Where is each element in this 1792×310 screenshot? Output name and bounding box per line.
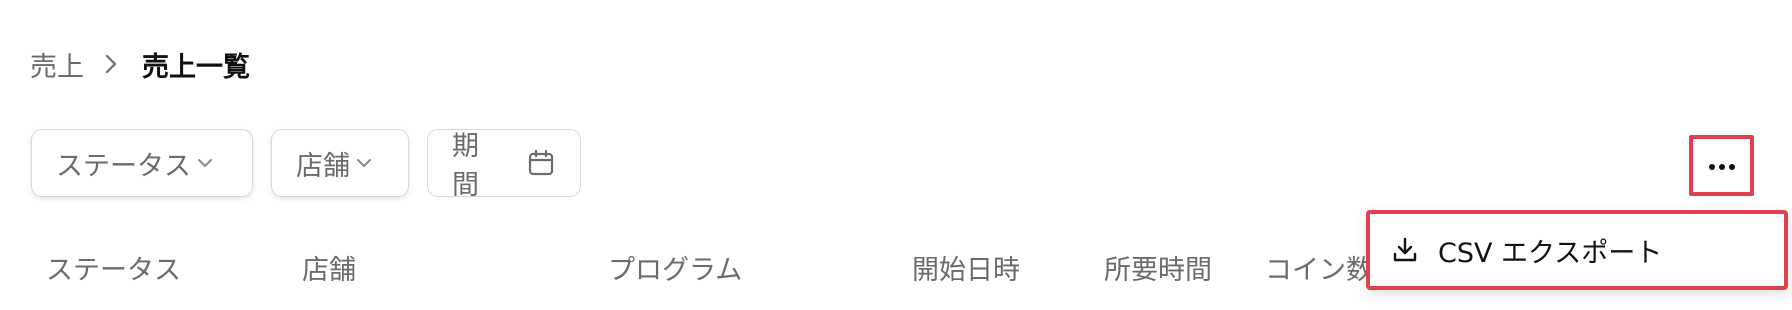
period-filter-button[interactable]: 期間	[427, 129, 581, 201]
status-filter-label: ステータス	[56, 150, 191, 182]
page-title: 売上一覧	[142, 51, 250, 83]
column-header-duration[interactable]: 所要時間	[1104, 248, 1212, 287]
breadcrumb-parent-link[interactable]: 売上	[30, 45, 84, 84]
chevron-right-icon	[100, 53, 122, 75]
more-options-button[interactable]	[1689, 135, 1754, 196]
period-filter-label: 期間	[452, 131, 479, 201]
store-filter-label: 店舗	[296, 150, 350, 182]
column-header-coins[interactable]: コイン数	[1265, 248, 1373, 287]
chevron-down-icon	[195, 153, 215, 173]
download-icon	[1390, 235, 1420, 265]
store-filter-dropdown[interactable]: 店舗	[271, 129, 409, 197]
chevron-down-icon	[354, 153, 374, 173]
column-header-status[interactable]: ステータス	[46, 248, 181, 287]
more-options-menu: CSV エクスポート	[1366, 210, 1788, 290]
column-header-program[interactable]: プログラム	[608, 248, 742, 287]
sales-list-page: 売上 売上一覧 ステータス 店舗 期間 CSV エクスポート ステータス 店舗 …	[0, 0, 1792, 310]
calendar-icon	[526, 148, 556, 178]
csv-export-menu-item[interactable]: CSV エクスポート	[1370, 214, 1784, 286]
breadcrumb: 売上 売上一覧	[30, 44, 250, 84]
csv-export-label: CSV エクスポート	[1438, 237, 1663, 269]
ellipsis-icon	[1708, 156, 1736, 175]
status-filter-dropdown[interactable]: ステータス	[31, 129, 253, 197]
column-header-start-datetime[interactable]: 開始日時	[912, 248, 1020, 287]
column-header-store[interactable]: 店舗	[302, 248, 356, 287]
